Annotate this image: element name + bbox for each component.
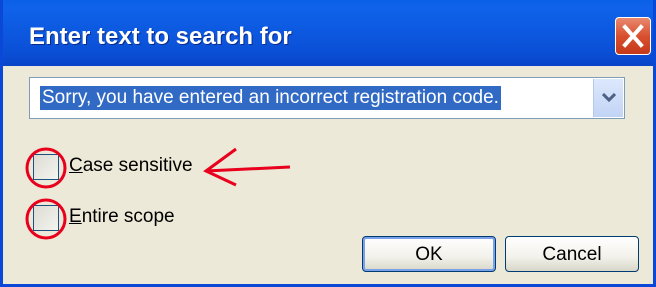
case-sensitive-label-text: ase sensitive bbox=[82, 155, 193, 176]
search-dialog: Enter text to search for Sorry, you have… bbox=[0, 0, 656, 287]
entire-scope-checkbox[interactable] bbox=[33, 205, 59, 231]
search-text-combobox[interactable]: Sorry, you have entered an incorrect reg… bbox=[29, 77, 625, 119]
combobox-dropdown-button[interactable] bbox=[593, 79, 623, 117]
close-icon bbox=[622, 24, 644, 48]
case-sensitive-label[interactable]: Case sensitive bbox=[69, 155, 193, 177]
entire-scope-option[interactable]: Entire scope bbox=[33, 203, 233, 233]
dialog-title: Enter text to search for bbox=[29, 23, 292, 50]
ok-button[interactable]: OK bbox=[362, 236, 496, 272]
entire-scope-label-text: ntire scope bbox=[81, 206, 175, 227]
chevron-down-icon bbox=[602, 93, 616, 103]
title-bar[interactable]: Enter text to search for bbox=[3, 0, 653, 66]
entire-scope-label[interactable]: Entire scope bbox=[69, 206, 175, 228]
close-button[interactable] bbox=[615, 17, 651, 55]
cancel-button[interactable]: Cancel bbox=[505, 236, 639, 272]
case-sensitive-checkbox[interactable] bbox=[33, 154, 59, 180]
case-sensitive-mnemonic: C bbox=[69, 155, 83, 176]
search-text-value[interactable]: Sorry, you have entered an incorrect reg… bbox=[40, 86, 501, 110]
case-sensitive-option[interactable]: Case sensitive bbox=[33, 152, 253, 182]
entire-scope-mnemonic: E bbox=[69, 206, 82, 227]
